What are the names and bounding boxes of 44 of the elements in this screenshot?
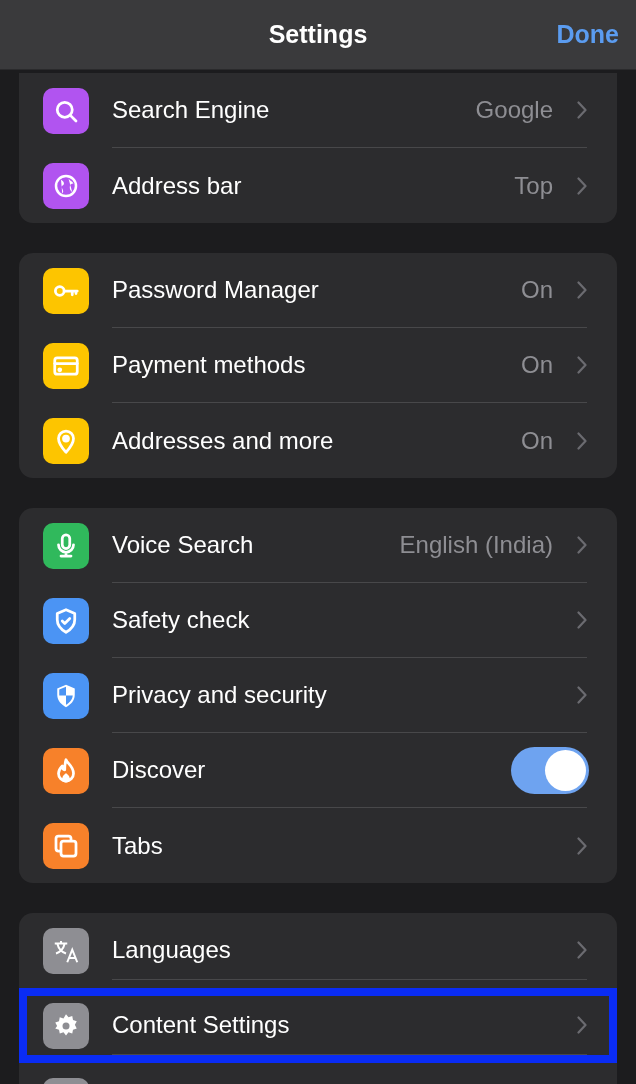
setting-value: English (India) xyxy=(399,530,553,560)
settings-row[interactable]: Tabs xyxy=(19,808,617,883)
chevron-icon xyxy=(577,101,587,119)
setting-label: Password Manager xyxy=(112,275,319,305)
chevron-icon xyxy=(577,686,587,704)
setting-value: On xyxy=(521,425,553,456)
setting-label: Safety check xyxy=(112,605,250,635)
chevron-icon xyxy=(577,1016,587,1034)
settings-row[interactable]: Password Manager On xyxy=(19,253,617,328)
page-title: Settings xyxy=(268,18,368,50)
settings-row[interactable]: Safety check xyxy=(19,583,617,658)
setting-label: Payment methods xyxy=(112,350,306,380)
setting-label: Addresses and more xyxy=(112,425,334,456)
chevron-icon xyxy=(577,611,587,629)
toggle-switch[interactable] xyxy=(511,746,589,794)
settings-row[interactable]: Payment methods On xyxy=(19,328,617,403)
chevron-icon xyxy=(577,941,587,959)
settings-row[interactable]: Languages xyxy=(19,913,617,988)
chevron-icon xyxy=(577,356,587,374)
setting-value: On xyxy=(521,275,553,305)
chevron-icon xyxy=(577,431,587,450)
chevron-icon xyxy=(577,536,587,554)
chevron-icon xyxy=(577,836,587,855)
setting-value: Top xyxy=(514,170,553,201)
settings-row[interactable]: Discover xyxy=(19,733,617,808)
setting-value: Google xyxy=(475,95,553,125)
settings-row[interactable]: Voice Search English (India) xyxy=(19,508,617,583)
settings-row[interactable]: Addresses and more On xyxy=(19,403,617,478)
chevron-icon xyxy=(577,281,587,299)
setting-label: Tabs xyxy=(112,830,163,861)
settings-row[interactable]: Content Settings xyxy=(19,988,617,1063)
setting-value: On xyxy=(521,350,553,380)
setting-label: Voice Search xyxy=(112,530,254,560)
done-button[interactable]: Done xyxy=(556,15,620,54)
chevron-icon xyxy=(577,176,587,195)
settings-row[interactable]: Address bar Top xyxy=(19,148,617,223)
setting-label: Languages xyxy=(112,935,231,965)
setting-label: Search Engine xyxy=(112,95,270,125)
settings-row[interactable]: Privacy and security xyxy=(19,658,617,733)
settings-row[interactable]: Search Engine Google xyxy=(19,73,617,148)
setting-label: Privacy and security xyxy=(112,680,327,710)
setting-label: Discover xyxy=(112,755,206,785)
setting-label: Content Settings xyxy=(112,1010,290,1040)
setting-label: Address bar xyxy=(112,170,242,201)
